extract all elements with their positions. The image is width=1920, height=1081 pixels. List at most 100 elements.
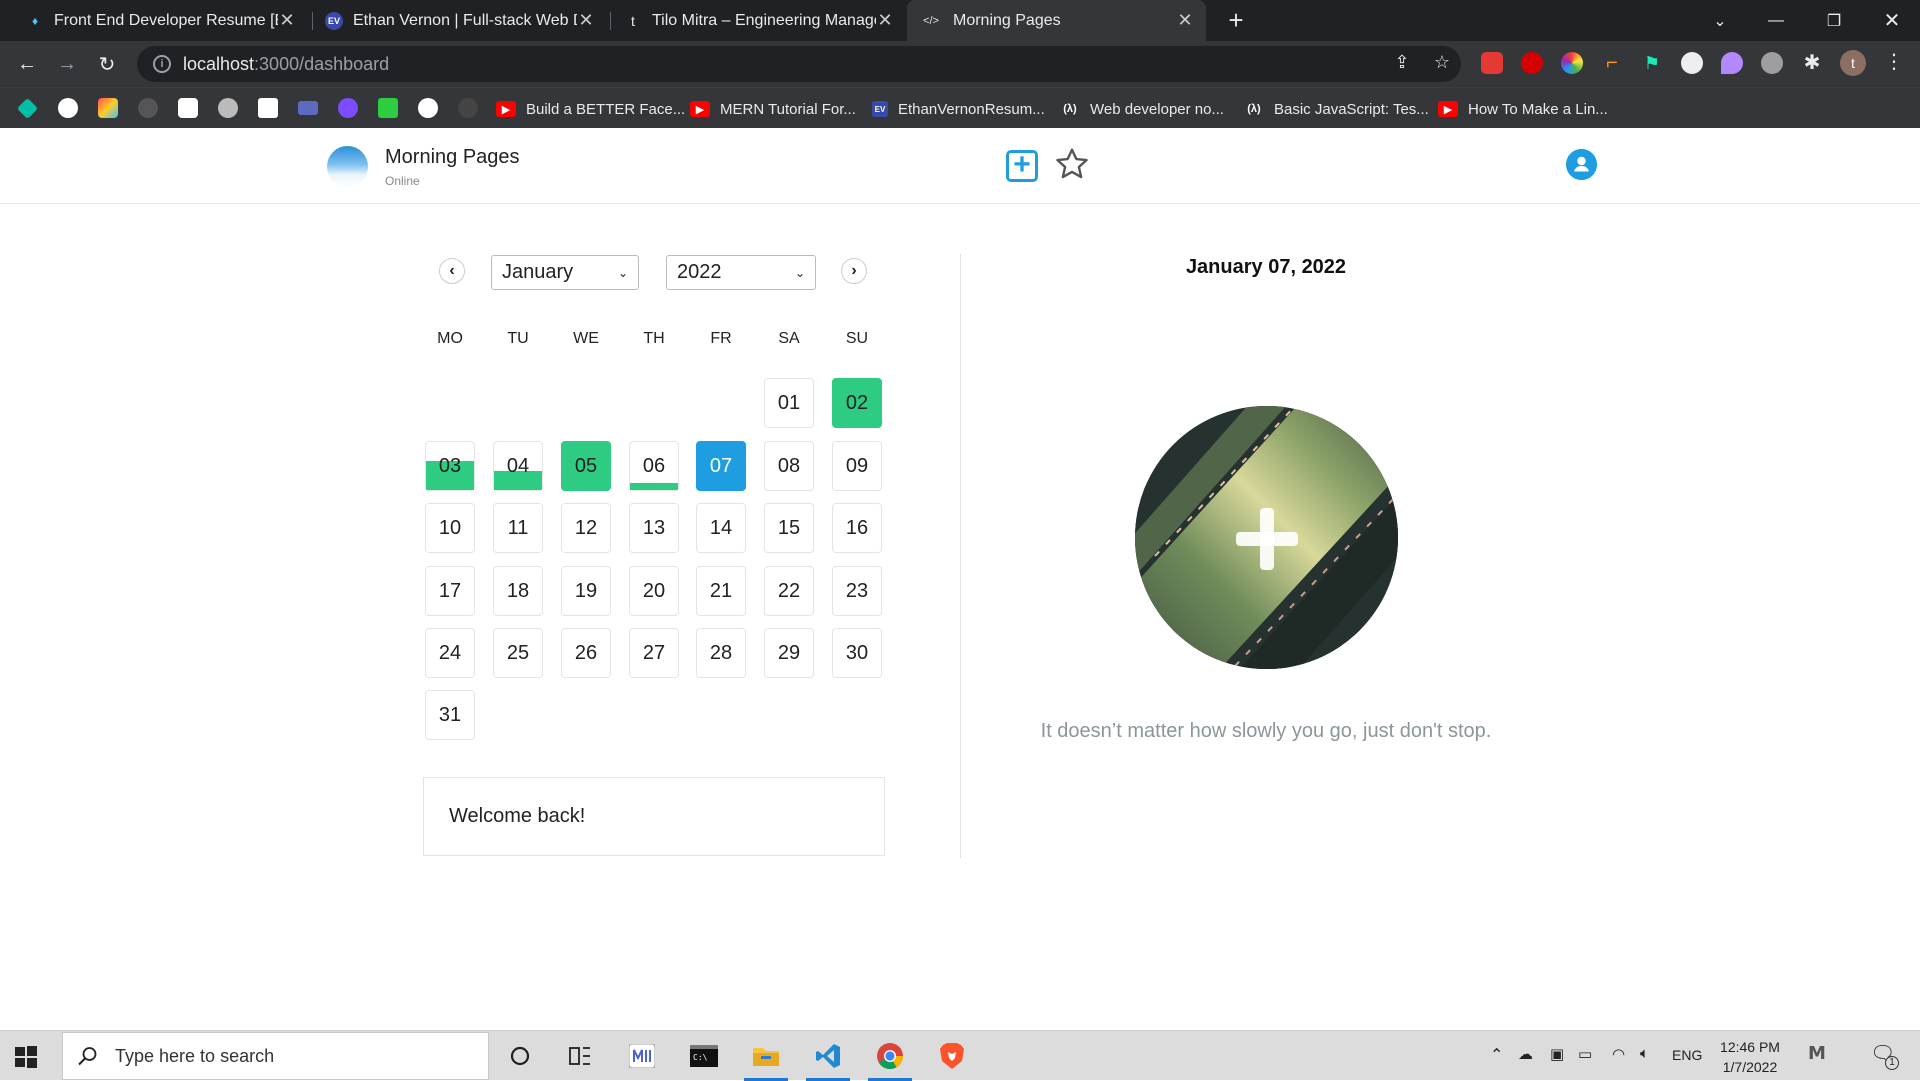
terminal-icon[interactable]: C:\ — [682, 1036, 726, 1076]
taskbar-search-input[interactable]: Type here to search — [62, 1032, 489, 1080]
bookmark-link[interactable]: (λ) Basic JavaScript: Tes... — [1244, 98, 1429, 120]
bookmark-icon[interactable] — [16, 97, 39, 120]
calendar-day[interactable]: 04 — [493, 441, 543, 491]
volume-icon[interactable]: 🔈︎ — [1640, 1045, 1649, 1062]
next-month-button[interactable]: › — [841, 258, 867, 284]
bookmark-link[interactable]: ▶ Build a BETTER Face... — [496, 98, 685, 120]
bookmark-icon[interactable] — [98, 98, 118, 118]
extension-icon[interactable] — [1761, 52, 1783, 74]
language-indicator[interactable]: ENG — [1672, 1047, 1702, 1063]
discord-icon[interactable] — [338, 98, 358, 118]
calendar-day[interactable]: 17 — [425, 566, 475, 616]
profile-avatar[interactable]: t — [1840, 50, 1866, 76]
bookmark-star-icon[interactable]: ☆ — [1430, 50, 1454, 74]
task-view-icon[interactable] — [558, 1036, 602, 1076]
calendar-day[interactable]: 29 — [764, 628, 814, 678]
calendar-day[interactable]: 25 — [493, 628, 543, 678]
forward-arrow-icon[interactable]: → — [52, 49, 82, 79]
prev-month-button[interactable]: ‹ — [439, 258, 465, 284]
extension-icon[interactable] — [1521, 52, 1543, 74]
calendar-day[interactable]: 07 — [696, 441, 746, 491]
calendar-day[interactable]: 03 — [425, 441, 475, 491]
close-icon[interactable]: ✕ — [1176, 10, 1194, 31]
brave-icon[interactable] — [930, 1036, 974, 1076]
amazon-icon[interactable] — [258, 98, 278, 118]
calendar-day[interactable]: 20 — [629, 566, 679, 616]
calendar-day[interactable]: 14 — [696, 503, 746, 553]
bookmark-link[interactable]: ▶ How To Make a Lin... — [1438, 98, 1608, 120]
calendar-day[interactable]: 11 — [493, 503, 543, 553]
calendar-day[interactable]: 27 — [629, 628, 679, 678]
bookmark-icon[interactable] — [178, 98, 198, 118]
calendar-day[interactable]: 28 — [696, 628, 746, 678]
close-icon[interactable]: ✕ — [876, 10, 894, 31]
tab-tilo-mitra[interactable]: t Tilo Mitra – Engineering Manage ✕ — [612, 0, 906, 41]
bookmark-icon[interactable] — [218, 98, 238, 118]
calendar-day[interactable]: 26 — [561, 628, 611, 678]
calendar-day[interactable]: 19 — [561, 566, 611, 616]
chrome-icon[interactable] — [868, 1036, 912, 1081]
calendar-day[interactable]: 01 — [764, 378, 814, 428]
calendar-day[interactable]: 12 — [561, 503, 611, 553]
calendar-day[interactable]: 24 — [425, 628, 475, 678]
calendar-day[interactable]: 31 — [425, 690, 475, 740]
bookmark-link[interactable]: (λ) Web developer no... — [1060, 98, 1224, 120]
calendar-day[interactable]: 10 — [425, 503, 475, 553]
extension-icon[interactable]: ⚑ — [1641, 52, 1663, 74]
globe-icon[interactable] — [418, 98, 438, 118]
minimize-icon[interactable]: — — [1748, 0, 1804, 41]
calendar-day[interactable]: 18 — [493, 566, 543, 616]
address-bar[interactable]: i localhost:3000/dashboard — [137, 46, 1461, 82]
extension-icon[interactable] — [1481, 52, 1503, 74]
battery-icon[interactable]: ▭ — [1578, 1045, 1592, 1063]
share-icon[interactable]: ⇪ — [1390, 50, 1414, 74]
app-mentor-icon[interactable] — [620, 1036, 664, 1076]
extension-icon[interactable] — [1721, 52, 1743, 74]
tab-search-chevron-icon[interactable]: ⌄ — [1692, 0, 1748, 41]
calendar-day[interactable]: 06 — [629, 441, 679, 491]
reload-icon[interactable]: ↻ — [92, 49, 122, 79]
new-tab-button[interactable]: + — [1222, 6, 1250, 34]
close-icon[interactable]: ✕ — [577, 10, 595, 31]
bookmark-link[interactable]: EV EthanVernonResum... — [872, 98, 1045, 120]
app-tray-icon[interactable]: Ⅿ — [1808, 1043, 1826, 1064]
calendar-day[interactable]: 08 — [764, 441, 814, 491]
github-icon[interactable] — [138, 98, 158, 118]
calendar-day[interactable]: 16 — [832, 503, 882, 553]
tab-resume[interactable]: ♦ Front End Developer Resume [Ex ✕ — [14, 0, 308, 41]
info-icon[interactable]: i — [153, 55, 171, 73]
extension-icon[interactable]: ⌐ — [1601, 52, 1623, 74]
calendar-day[interactable]: 30 — [832, 628, 882, 678]
user-profile-icon[interactable] — [1566, 149, 1597, 180]
calendar-day[interactable]: 22 — [764, 566, 814, 616]
bookmark-link[interactable]: ▶ MERN Tutorial For... — [690, 98, 856, 120]
app-logo[interactable] — [327, 146, 368, 187]
extension-icon[interactable] — [1561, 52, 1583, 74]
add-entry-icon[interactable]: + — [1006, 150, 1038, 182]
month-select[interactable]: January ⌄ — [491, 255, 639, 290]
year-select[interactable]: 2022 ⌄ — [666, 255, 816, 290]
calendar-day[interactable]: 05 — [561, 441, 611, 491]
tray-chevron-up-icon[interactable]: ⌃ — [1490, 1045, 1503, 1065]
wifi-icon[interactable]: ◠ — [1612, 1045, 1625, 1063]
vscode-icon[interactable] — [806, 1036, 850, 1081]
windows-start-icon[interactable] — [14, 1045, 38, 1069]
puzzle-icon[interactable]: ✱ — [1801, 52, 1823, 74]
device-icon[interactable]: ▣ — [1550, 1045, 1564, 1063]
onedrive-icon[interactable]: ☁ — [1518, 1045, 1533, 1063]
globe-icon[interactable] — [58, 98, 78, 118]
bookmark-icon[interactable] — [378, 98, 398, 118]
file-explorer-icon[interactable] — [744, 1036, 788, 1081]
tab-ethan-vernon[interactable]: EV Ethan Vernon | Full-stack Web De ✕ — [313, 0, 607, 41]
taskbar-clock[interactable]: 12:46 PM 1/7/2022 — [1715, 1037, 1785, 1077]
calendar-day[interactable]: 21 — [696, 566, 746, 616]
close-window-icon[interactable]: ✕ — [1864, 0, 1920, 41]
add-entry-image-button[interactable] — [1135, 406, 1398, 669]
favorites-star-icon[interactable] — [1054, 146, 1090, 182]
kebab-menu-icon[interactable]: ⋮ — [1882, 50, 1906, 74]
github-icon[interactable] — [458, 98, 478, 118]
calendar-day[interactable]: 09 — [832, 441, 882, 491]
extension-icon[interactable] — [1681, 52, 1703, 74]
bookmark-icon[interactable] — [298, 101, 318, 115]
back-arrow-icon[interactable]: ← — [12, 49, 42, 79]
